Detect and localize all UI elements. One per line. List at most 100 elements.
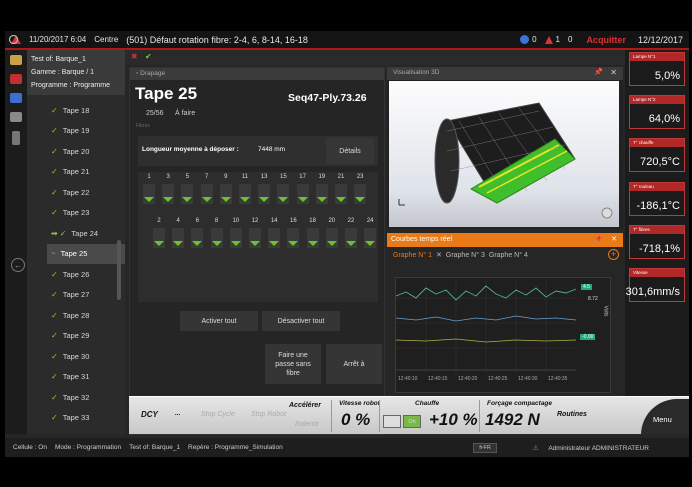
gauge-label: Lampe N°2 [630,96,684,104]
add-graph-button[interactable]: + [608,249,619,260]
tow-toggle[interactable]: 22 [342,218,360,248]
tow-toggle[interactable]: 6 [188,218,206,248]
tree-item[interactable]: ~ Tape 25 [47,243,125,264]
x-tick-label: 12:40:30 [518,376,538,382]
tow-toggle[interactable]: 19 [313,174,331,204]
tree-item[interactable]: ➡ ✓ Tape 24 [47,223,125,244]
info-counter[interactable]: 0 [520,35,537,44]
stop-cycle-button[interactable]: Stop Cycle [201,411,235,418]
tow-number: 15 [280,174,287,180]
tow-toggle[interactable]: 5 [178,174,196,204]
tow-toggle[interactable]: 15 [274,174,292,204]
tow-toggle[interactable]: 18 [304,218,322,248]
pass-no-fiber-button[interactable]: Faire une passe sans fibre [265,344,321,384]
stop-robot-button[interactable]: Stop Robot [251,411,286,418]
tree-item-label: Tape 25 [60,249,88,259]
tree-item[interactable]: ✓ Tape 22 [47,182,125,203]
tow-toggle[interactable]: 4 [169,218,187,248]
viewer-3d-canvas[interactable] [389,81,619,227]
details-button[interactable]: Détails [326,138,374,164]
list-icon[interactable] [10,112,22,122]
tow-toggle[interactable]: 21 [332,174,350,204]
tow-number: 3 [166,174,170,180]
tow-toggle[interactable]: 9 [217,174,235,204]
undo-icon[interactable] [10,93,22,103]
tab-close-icon[interactable]: ✕ [436,251,442,259]
drapage-header: ▫ Drapage [130,68,384,80]
tree-header: Test of: Barque_1 Gamme : Barque / 1 Pro… [27,50,125,95]
heat-off-button[interactable]: Off [383,415,401,428]
acknowledge-button[interactable]: Acquitter [586,35,626,45]
tab-graph-1[interactable]: Graphe N° 1 [393,252,432,259]
tree-item[interactable]: ✓ Tape 28 [47,305,125,326]
accelerate-button[interactable]: Accélérer [289,402,321,409]
folder-icon[interactable] [10,55,22,65]
delete-icon[interactable] [10,74,22,84]
tree-item[interactable]: ✓ Tape 33 [47,408,125,429]
alarm-message: (501) Défaut rotation fibre: 2-4, 6, 8-1… [126,34,308,45]
routines-button[interactable]: Routines [557,411,587,418]
deactivate-all-button[interactable]: Désactiver tout [262,311,340,331]
alarm-datetime: 11/20/2017 6:04 [29,35,87,44]
tow-toggle[interactable]: 1 [140,174,158,204]
drag-handle[interactable] [12,131,20,145]
tree-scrollbar[interactable] [117,240,121,300]
tree-item[interactable]: ✓ Tape 19 [47,121,125,142]
tow-toggle[interactable]: 7 [198,174,216,204]
tow-toggle[interactable]: 10 [227,218,245,248]
dcy-label[interactable]: DCY [141,410,158,419]
tow-active-icon [287,228,300,248]
x-tick-label: 12:40:20 [458,376,478,382]
tree-item[interactable]: ✓ Tape 31 [47,367,125,388]
tow-toggle[interactable]: 13 [255,174,273,204]
tree-item[interactable]: ✓ Tape 21 [47,162,125,183]
validate-icon[interactable]: ✔ [145,52,152,61]
stop-at-button[interactable]: Arrêt à [326,344,382,384]
alarm-counter[interactable]: 1 [544,35,560,44]
tow-toggle[interactable]: 2 [150,218,168,248]
tow-toggle[interactable]: 17 [294,174,312,204]
tow-toggle[interactable]: 16 [284,218,302,248]
user-label: ⚠ Administrateur ADMINISTRATEUR [532,444,649,452]
tree-item[interactable]: ✓ Tape 27 [47,285,125,306]
close-icon[interactable]: ✕ [610,68,617,77]
tree-item[interactable]: ✓ Tape 32 [47,387,125,408]
tow-toggle[interactable]: 20 [323,218,341,248]
warning-counter[interactable]: 0 [9,35,572,44]
tree-item[interactable]: ✓ Tape 18 [47,100,125,121]
tree-item-label: Tape 18 [62,105,90,115]
pin-icon[interactable]: 📌 [594,68,603,76]
tow-toggle[interactable]: 24 [361,218,379,248]
close-icon[interactable]: ✕ [611,235,617,243]
x-tick-label: 12:40:10 [398,376,418,382]
tow-number: 24 [366,218,374,224]
language-select[interactable]: fr-FR [473,442,497,453]
pin-icon[interactable]: 📌 [594,235,603,243]
tree-item[interactable]: ✓ Tape 30 [47,346,125,367]
tree-item[interactable]: ✓ Tape 20 [47,141,125,162]
heat-on-button[interactable]: On [403,415,421,428]
tree-programme-label: Programme : Programme [31,82,110,89]
check-icon: ✓ [51,105,58,115]
tree-item[interactable]: ✓ Tape 23 [47,203,125,224]
tab-graph-4[interactable]: Graphe N° 4 [489,252,528,259]
tow-toggle[interactable]: 12 [246,218,264,248]
tree-item[interactable]: ✓ Tape 29 [47,326,125,347]
tab-graph-3[interactable]: Graphe N° 3 [446,252,485,259]
tree-test-label: Test of: Barque_1 [31,56,86,63]
activate-all-button[interactable]: Activer tout [180,311,258,331]
dcy-more[interactable]: ... [175,410,180,417]
back-arrow-icon[interactable]: ← [11,258,25,272]
slow-button[interactable]: Ralentir [295,421,319,428]
tow-toggle[interactable]: 14 [265,218,283,248]
tow-toggle[interactable]: 8 [208,218,226,248]
tree-item[interactable]: ✓ Tape 26 [47,264,125,285]
tow-number: 2 [157,218,161,224]
gauge: T° rouleau -186,1°C [629,182,685,216]
close-icon[interactable]: ✖ [131,52,138,61]
realtime-graph[interactable]: 12:40:10 12:40:15 12:40:20 12:40:25 12:40:30… [395,277,611,393]
tow-number: 10 [232,218,240,224]
tow-toggle[interactable]: 23 [351,174,369,204]
tow-toggle[interactable]: 3 [159,174,177,204]
tow-toggle[interactable]: 11 [236,174,254,204]
